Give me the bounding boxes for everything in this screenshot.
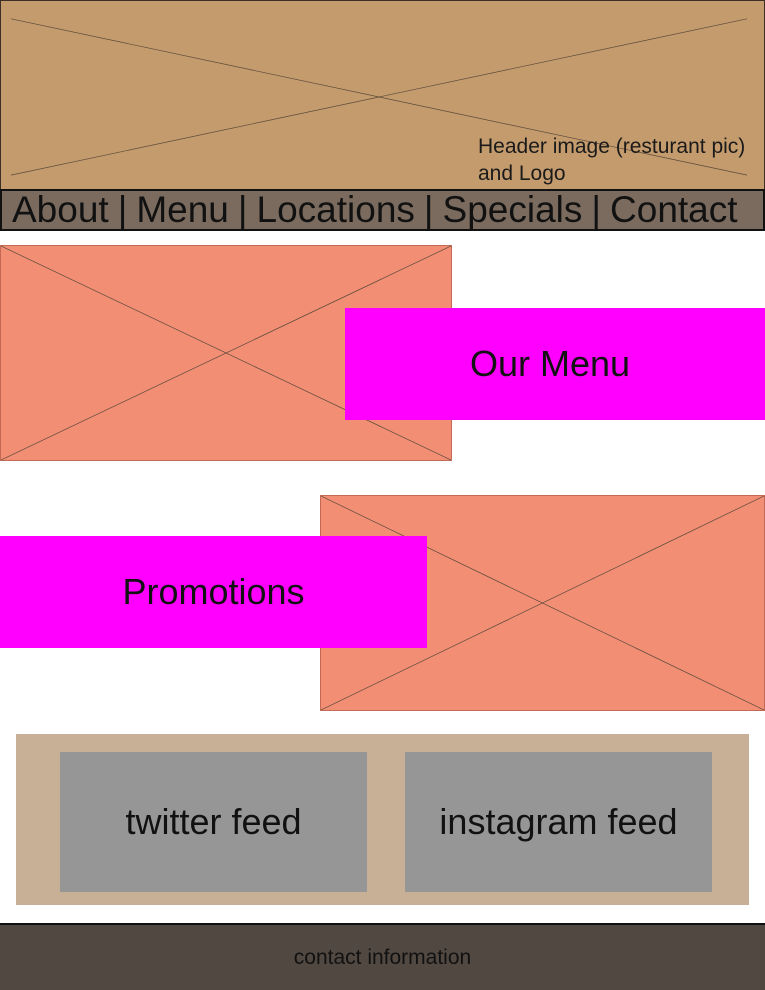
nav-separator: | — [117, 189, 128, 230]
instagram-feed[interactable]: instagram feed — [405, 752, 712, 892]
nav-separator: | — [237, 189, 248, 230]
nav-item-contact[interactable]: Contact — [610, 189, 738, 231]
header-caption-line-2: and Logo — [478, 162, 566, 185]
nav-separator: | — [591, 189, 602, 230]
our-menu-button[interactable]: Our Menu — [345, 308, 765, 420]
nav-item-specials[interactable]: Specials — [443, 189, 583, 231]
nav-item-locations[interactable]: Locations — [257, 189, 415, 231]
nav-item-menu[interactable]: Menu — [136, 189, 229, 231]
nav-bar: About | Menu | Locations | Specials | Co… — [0, 189, 765, 231]
social-feeds-panel: twitter feed instagram feed — [16, 734, 749, 905]
footer-contact-information: contact information — [0, 923, 765, 990]
promotions-button[interactable]: Promotions — [0, 536, 427, 648]
twitter-feed[interactable]: twitter feed — [60, 752, 367, 892]
nav-separator: | — [423, 189, 434, 230]
header-caption: Header image (resturant pic) and Logo — [478, 133, 765, 187]
header-caption-line-1: Header image (resturant pic) — [478, 135, 746, 158]
nav-item-about[interactable]: About — [12, 189, 109, 231]
